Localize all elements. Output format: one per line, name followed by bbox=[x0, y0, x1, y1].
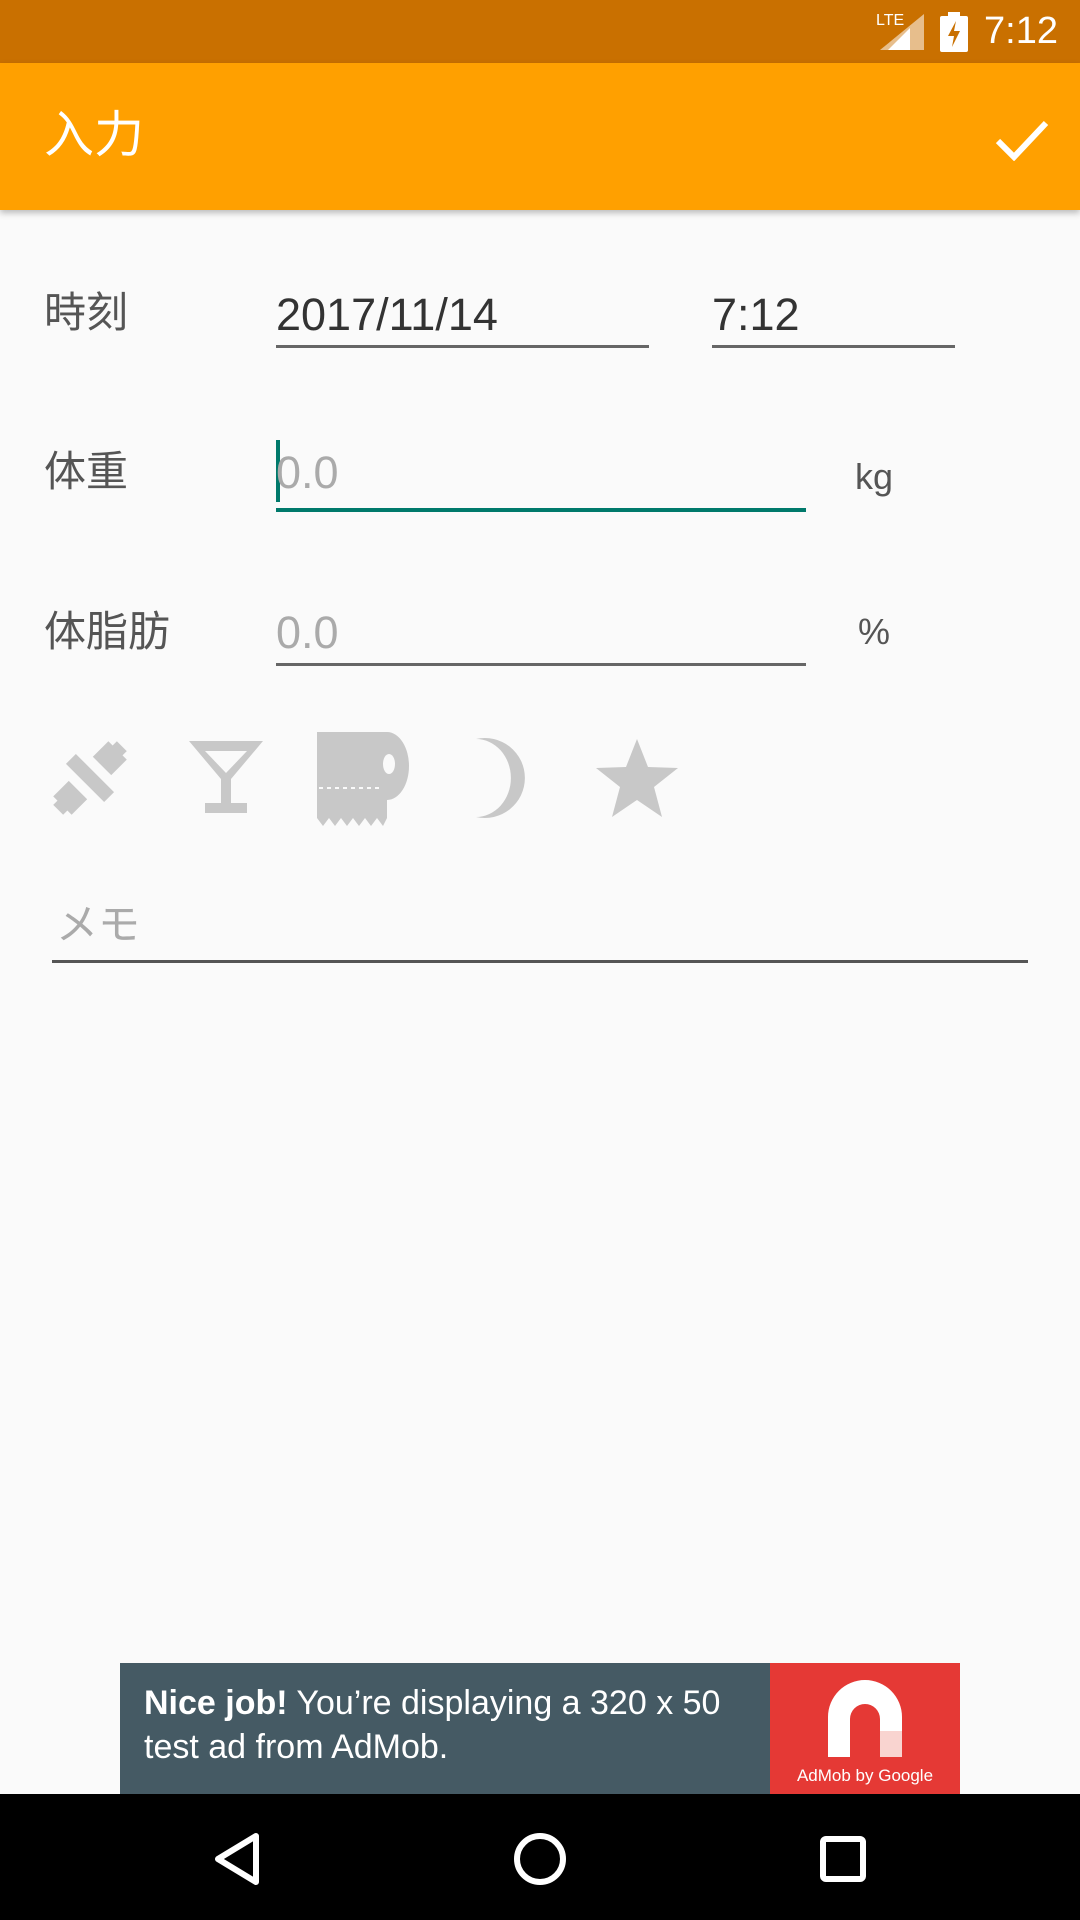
body-fat-label: 体脂肪 bbox=[44, 607, 171, 656]
weight-label: 体重 bbox=[44, 447, 129, 496]
check-icon bbox=[995, 120, 1049, 161]
battery-charging-icon bbox=[940, 12, 968, 52]
screen: LTE 7:12 入力 時刻 2017/11/14 7:12 体重 0.0 kg… bbox=[0, 0, 1080, 1920]
body-fat-unit: % bbox=[858, 611, 891, 652]
ad-logo-caption: AdMob by Google bbox=[796, 1766, 934, 1785]
back-button[interactable] bbox=[202, 1824, 272, 1894]
date-field[interactable]: 2017/11/14 bbox=[276, 285, 649, 348]
memo-placeholder: メモ bbox=[56, 900, 141, 949]
save-button[interactable] bbox=[984, 101, 1060, 177]
memo-input[interactable]: メモ bbox=[52, 900, 1028, 963]
cocktail-icon[interactable] bbox=[181, 733, 271, 823]
weight-input[interactable]: 0.0 bbox=[276, 440, 806, 512]
admob-logo: AdMob by Google bbox=[770, 1663, 960, 1794]
time-field[interactable]: 7:12 bbox=[712, 285, 955, 348]
dumbbell-icon[interactable] bbox=[45, 733, 135, 823]
signal-icon bbox=[880, 14, 924, 50]
weight-placeholder: 0.0 bbox=[276, 447, 339, 498]
moon-icon[interactable] bbox=[458, 733, 548, 823]
app-bar: 入力 bbox=[0, 63, 1080, 210]
page-title: 入力 bbox=[44, 106, 144, 164]
admob-icon bbox=[828, 1680, 902, 1757]
ad-text: Nice job! You’re displaying a 320 x 50 t… bbox=[144, 1681, 744, 1769]
home-icon bbox=[514, 1833, 566, 1885]
home-button[interactable] bbox=[505, 1824, 575, 1894]
star-icon[interactable] bbox=[592, 733, 682, 823]
recents-icon bbox=[820, 1836, 866, 1882]
ad-banner[interactable]: Nice job! You’re displaying a 320 x 50 t… bbox=[120, 1663, 960, 1794]
navigation-bar bbox=[0, 1794, 1080, 1920]
status-bar: LTE 7:12 bbox=[0, 0, 1080, 63]
body-fat-input[interactable]: 0.0 bbox=[276, 603, 806, 666]
weight-unit: kg bbox=[855, 456, 894, 497]
recents-button[interactable] bbox=[808, 1824, 878, 1894]
toilet-paper-icon[interactable] bbox=[317, 728, 409, 826]
ad-headline: Nice job! bbox=[144, 1684, 288, 1722]
back-icon bbox=[215, 1833, 259, 1885]
status-time: 7:12 bbox=[984, 10, 1058, 52]
time-label: 時刻 bbox=[44, 288, 129, 337]
